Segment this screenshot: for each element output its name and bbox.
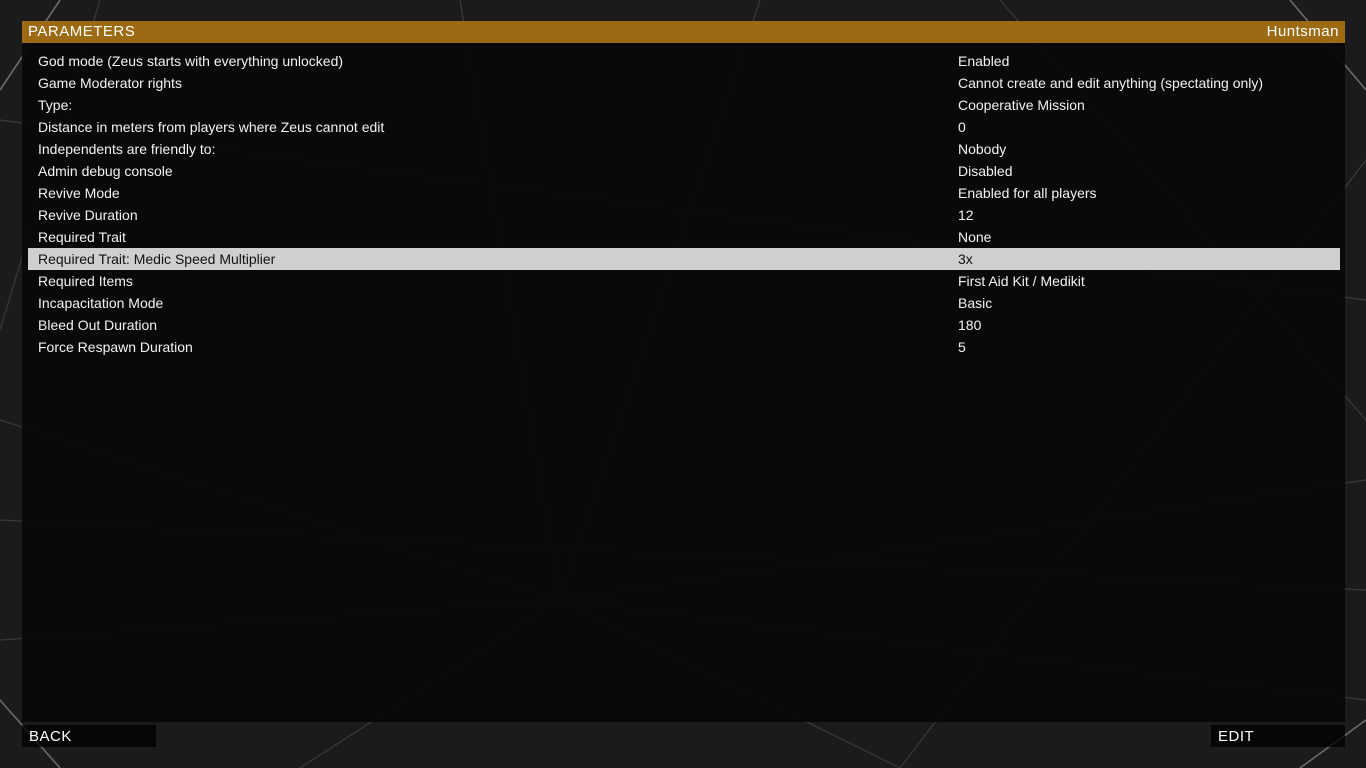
mission-name: Huntsman [1266, 23, 1339, 40]
edit-button-label: EDIT [1218, 728, 1255, 745]
parameter-row[interactable]: Required Trait None [28, 226, 1340, 248]
parameter-row[interactable]: Bleed Out Duration 180 [28, 314, 1340, 336]
parameter-value: None [958, 229, 992, 245]
parameter-name: Independents are friendly to: [38, 141, 216, 157]
back-button-label: BACK [29, 728, 72, 745]
parameter-list: God mode (Zeus starts with everything un… [28, 50, 1340, 358]
parameter-value: Cannot create and edit anything (spectat… [958, 75, 1264, 91]
parameter-row[interactable]: Required Trait: Medic Speed Multiplier 3x [28, 248, 1340, 270]
parameter-value: Enabled [958, 53, 1010, 69]
parameter-value: Nobody [958, 141, 1007, 157]
parameter-row[interactable]: Independents are friendly to: Nobody [28, 138, 1340, 160]
parameter-row[interactable]: Type: Cooperative Mission [28, 94, 1340, 116]
parameter-name: Revive Duration [38, 207, 138, 223]
parameter-name: Force Respawn Duration [38, 339, 193, 355]
parameter-name: Bleed Out Duration [38, 317, 158, 333]
parameter-value: 3x [958, 251, 973, 267]
parameter-row[interactable]: Game Moderator rights Cannot create and e… [28, 72, 1340, 94]
parameter-name: Admin debug console [38, 163, 173, 179]
parameter-value: Basic [958, 295, 993, 311]
parameter-value: 5 [958, 339, 966, 355]
parameter-name: Required Trait: Medic Speed Multiplier [38, 251, 276, 267]
parameter-row[interactable]: Admin debug console Disabled [28, 160, 1340, 182]
parameter-value: 12 [958, 207, 974, 223]
back-button[interactable]: BACK [22, 725, 156, 747]
header-bar: PARAMETERS Huntsman [22, 21, 1345, 43]
parameter-row[interactable]: Incapacitation Mode Basic [28, 292, 1340, 314]
parameter-name: Required Items [38, 273, 133, 289]
parameter-name: Revive Mode [38, 185, 120, 201]
edit-button[interactable]: EDIT [1211, 725, 1345, 747]
parameter-value: Enabled for all players [958, 185, 1097, 201]
parameter-value: First Aid Kit / Medikit [958, 273, 1085, 289]
parameter-value: 0 [958, 119, 966, 135]
parameter-row[interactable]: Force Respawn Duration 5 [28, 336, 1340, 358]
parameter-row[interactable]: Required Items First Aid Kit / Medikit [28, 270, 1340, 292]
parameter-name: Incapacitation Mode [38, 295, 164, 311]
parameter-name: God mode (Zeus starts with everything un… [38, 53, 344, 69]
parameter-row[interactable]: Revive Mode Enabled for all players [28, 182, 1340, 204]
parameter-name: Game Moderator rights [38, 75, 182, 91]
parameter-row[interactable]: Distance in meters from players where Ze… [28, 116, 1340, 138]
parameter-name: Required Trait [38, 229, 126, 245]
parameter-row[interactable]: God mode (Zeus starts with everything un… [28, 50, 1340, 72]
parameter-name: Type: [38, 97, 73, 113]
parameter-value: Cooperative Mission [958, 97, 1085, 113]
parameter-value: Disabled [958, 163, 1013, 179]
parameter-value: 180 [958, 317, 982, 333]
page-title: PARAMETERS [28, 23, 136, 40]
parameter-name: Distance in meters from players where Ze… [38, 119, 385, 135]
parameter-row[interactable]: Revive Duration 12 [28, 204, 1340, 226]
